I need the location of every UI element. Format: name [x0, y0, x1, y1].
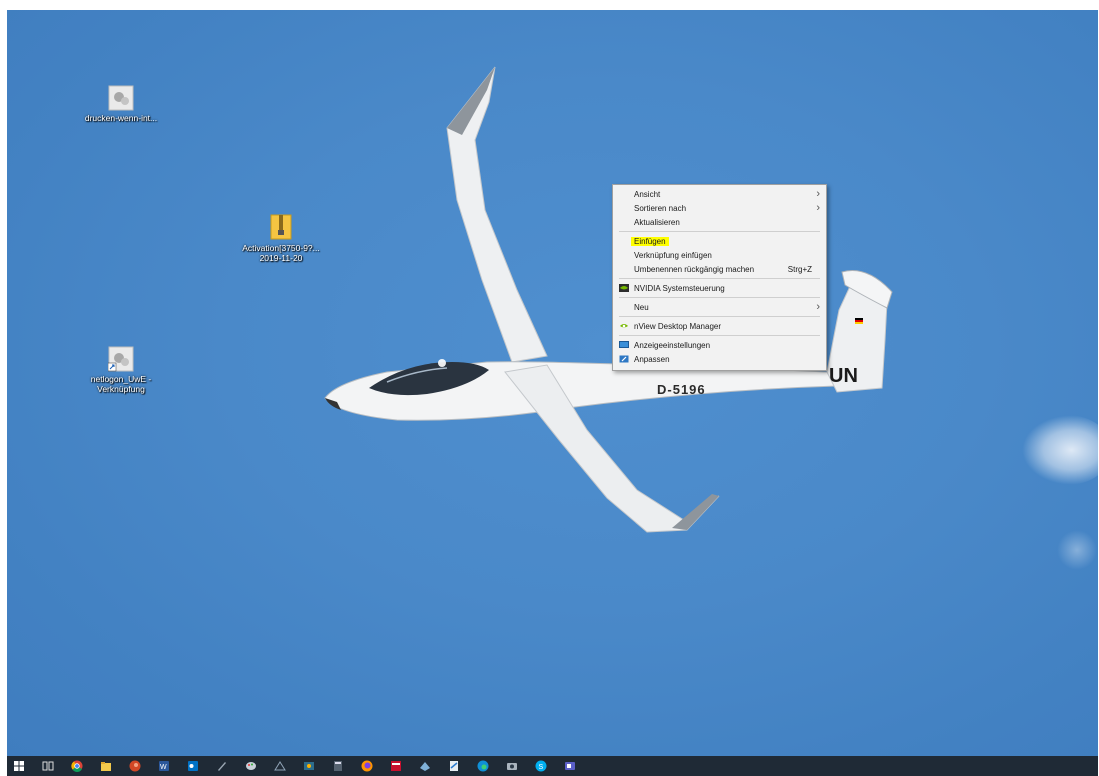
menu-separator [619, 297, 820, 298]
calculator-icon[interactable] [332, 760, 344, 772]
display-icon [619, 341, 629, 348]
menu-item-nvidia[interactable]: NVIDIA Systemsteuerung [615, 282, 824, 295]
menu-separator [619, 335, 820, 336]
registration-marking: D-5196 [657, 382, 706, 397]
menu-separator [619, 316, 820, 317]
cad-icon[interactable] [274, 760, 286, 772]
desktop-icon-label-date: 2019-11-20 [259, 253, 303, 263]
glider-wallpaper: UN D-5196 [324, 66, 893, 533]
shortcut-gear-icon [108, 85, 134, 111]
nvidia-icon [619, 284, 629, 292]
menu-item-label: Anzeigeeinstellungen [634, 341, 711, 350]
menu-separator [619, 278, 820, 279]
menu-item-ansicht[interactable]: Ansicht › [615, 188, 824, 201]
personalize-icon [619, 355, 629, 363]
firefox-icon[interactable] [361, 760, 373, 772]
desktop-icon-drucken[interactable]: drucken-wenn-int... [76, 85, 166, 123]
chevron-right-icon: › [816, 202, 820, 214]
menu-item-label: Neu [634, 303, 649, 312]
taskbar: W S [7, 756, 1098, 776]
desktop-icon-label: drucken-wenn-int... [84, 113, 158, 123]
jeti-icon[interactable] [390, 760, 402, 772]
skype-icon[interactable]: S [535, 760, 547, 772]
menu-item-anzeigeeinstellungen[interactable]: Anzeigeeinstellungen [615, 339, 824, 352]
word-icon[interactable]: W [158, 760, 170, 772]
media-icon[interactable] [303, 760, 315, 772]
menu-item-neu[interactable]: Neu › [615, 301, 824, 314]
teams-icon[interactable] [564, 760, 576, 772]
shortcut-gear-icon [108, 346, 134, 372]
outlook-icon[interactable] [187, 760, 199, 772]
menu-item-label: nView Desktop Manager [634, 322, 722, 331]
menu-item-umbenennen-rueckgaengig[interactable]: Umbenennen rückgängig machen Strg+Z [615, 263, 824, 276]
nview-icon [620, 324, 628, 328]
desktop-icon-activation-zip[interactable]: Activation[3750-9?... 2019-11-20 [236, 213, 326, 263]
desktop-icon-netlogon[interactable]: netlogon_UwE - Verknüpfung [76, 346, 166, 394]
camera-icon[interactable] [506, 760, 518, 772]
desktop-icon-label-2: Verknüpfung [97, 384, 145, 394]
menu-item-label: Sortieren nach [634, 204, 687, 213]
menu-item-label: NVIDIA Systemsteuerung [634, 284, 725, 293]
chrome-icon[interactable] [71, 760, 83, 772]
menu-item-shortcut: Strg+Z [787, 265, 812, 274]
menu-item-nview[interactable]: nView Desktop Manager [615, 320, 824, 333]
edge-icon[interactable] [477, 760, 489, 772]
menu-item-sortieren-nach[interactable]: Sortieren nach › [615, 202, 824, 215]
file-explorer-icon[interactable] [100, 760, 112, 772]
menu-item-verknuepfung-einfuegen[interactable]: Verknüpfung einfügen [615, 249, 824, 262]
desktop-icon-label: netlogon_UwE - [90, 374, 152, 384]
menu-item-label: Verknüpfung einfügen [634, 251, 712, 260]
pen-tool-icon[interactable] [216, 760, 228, 772]
menu-item-label: Einfügen [631, 237, 669, 246]
desktop-context-menu: Ansicht › Sortieren nach › Aktualisieren… [612, 184, 827, 371]
svg-text:W: W [160, 764, 167, 771]
menu-item-label: Anpassen [634, 355, 670, 364]
menu-item-label: Aktualisieren [634, 218, 680, 227]
task-view-icon[interactable] [42, 760, 54, 772]
desktop-icon-label: Activation[3750-9?... [242, 243, 320, 253]
menu-item-aktualisieren[interactable]: Aktualisieren [615, 216, 824, 229]
app-icon[interactable] [419, 760, 431, 772]
menu-item-label: Ansicht [634, 190, 661, 199]
chevron-right-icon: › [816, 188, 820, 200]
menu-item-einfuegen[interactable]: Einfügen [615, 235, 824, 248]
powerpoint-icon[interactable] [129, 760, 141, 772]
windows-start-icon[interactable] [13, 760, 25, 772]
svg-text:S: S [539, 764, 544, 771]
desktop[interactable]: UN D-5196 drucken-wenn-int... Activation… [7, 10, 1098, 756]
zip-folder-icon [270, 214, 292, 240]
menu-separator [619, 231, 820, 232]
tail-marking: UN [829, 365, 858, 387]
paint-icon[interactable] [245, 760, 257, 772]
chevron-right-icon: › [816, 301, 820, 313]
pdf-icon[interactable] [448, 760, 460, 772]
menu-item-label: Umbenennen rückgängig machen [634, 265, 755, 274]
menu-item-anpassen[interactable]: Anpassen [615, 353, 824, 366]
